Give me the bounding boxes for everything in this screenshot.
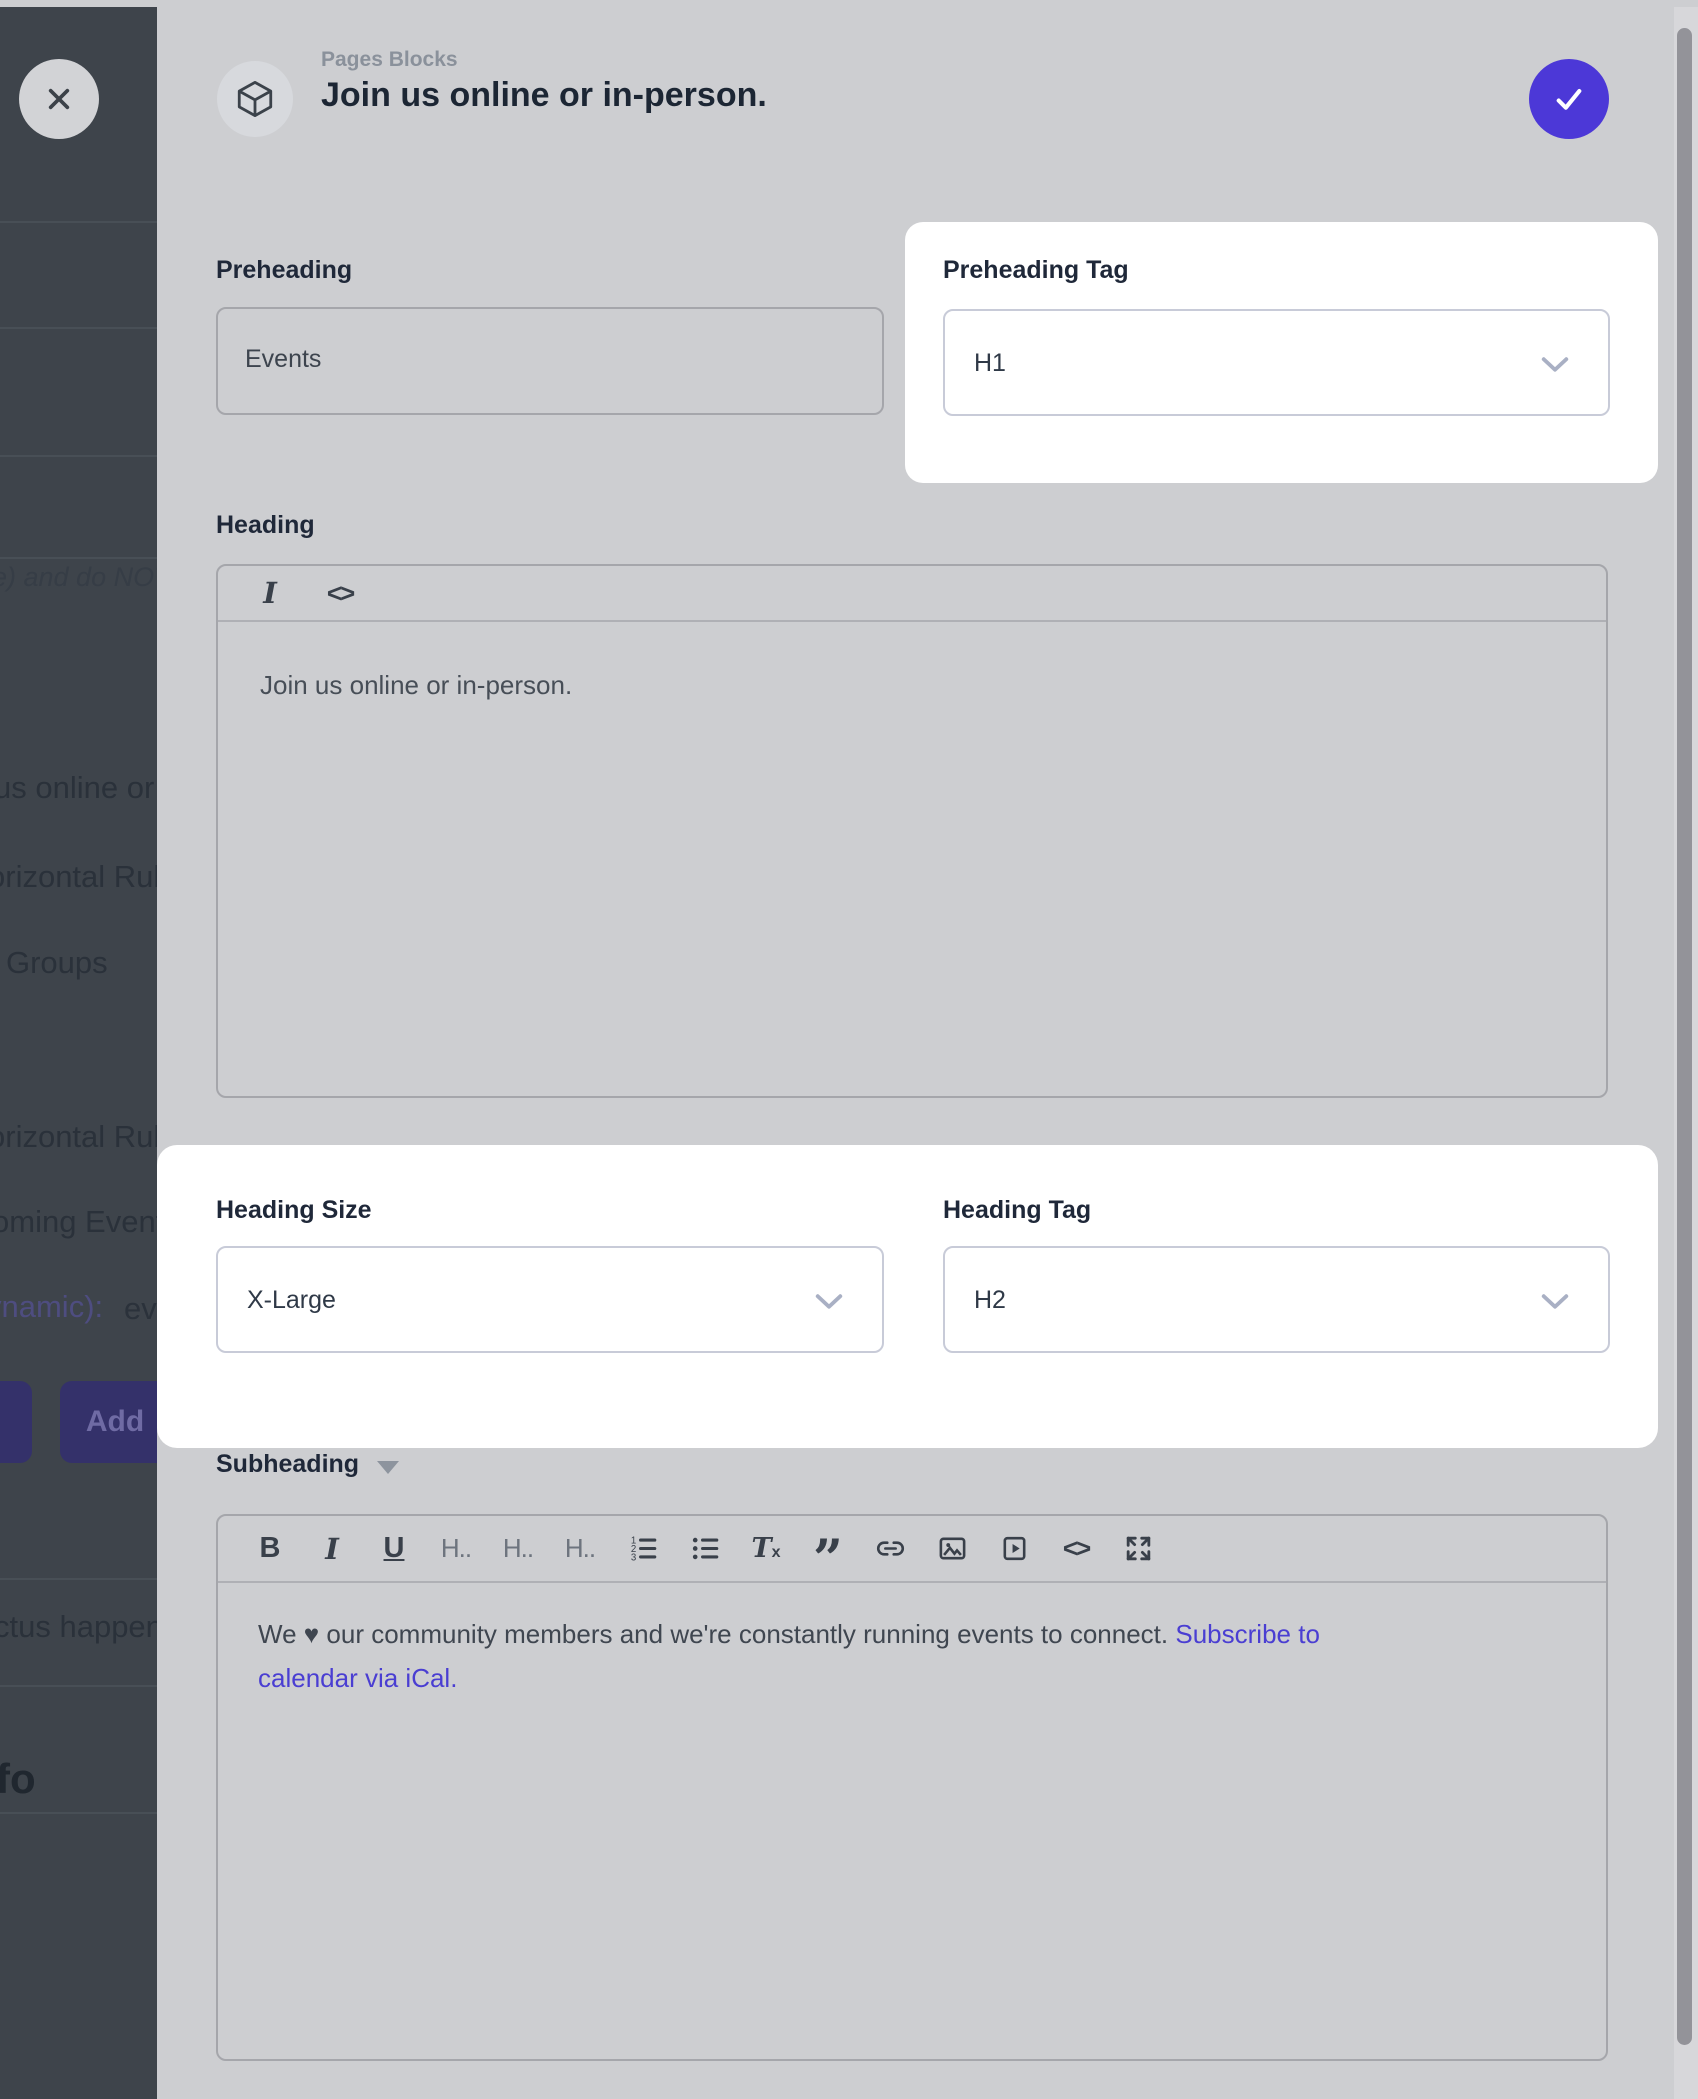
- code-button[interactable]: <>: [1060, 1533, 1092, 1564]
- preheading-label: Preheading: [216, 256, 352, 285]
- block-icon-badge: [217, 61, 293, 137]
- page-title: Join us online or in-person.: [321, 76, 767, 115]
- sidebar-divider: [0, 1578, 157, 1580]
- subscribe-link[interactable]: calendar via iCal.: [258, 1663, 457, 1693]
- sidebar-item-horizontal-rule: orizontal Rule: [0, 1119, 157, 1155]
- heading-tag-label: Heading Tag: [943, 1196, 1091, 1225]
- scrollbar-thumb[interactable]: [1677, 28, 1692, 2045]
- preheading-tag-value: H1: [974, 349, 1006, 378]
- image-button[interactable]: [936, 1533, 968, 1564]
- sidebar-divider: [0, 557, 157, 559]
- heading-size-value: X-Large: [247, 1286, 336, 1315]
- cube-icon: [234, 78, 276, 120]
- ordered-list-icon: 1 2 3: [627, 1533, 658, 1564]
- preheading-value: Events: [245, 345, 321, 374]
- expand-button[interactable]: [1122, 1533, 1154, 1564]
- preheading-tag-label: Preheading Tag: [943, 256, 1129, 285]
- sidebar-item-upcoming-events: oming Events: [0, 1204, 157, 1240]
- collapse-triangle-icon[interactable]: [377, 1461, 399, 1474]
- heading-size-card: Heading Size X-Large Heading Tag H2: [157, 1145, 1658, 1448]
- sidebar-note-fragment: e) and do NOT: [0, 562, 157, 593]
- bullet-list-icon: [689, 1533, 720, 1564]
- video-icon: [999, 1533, 1030, 1564]
- sidebar-divider: [0, 1812, 157, 1814]
- clear-format-button[interactable]: Tx: [750, 1533, 782, 1564]
- preheading-tag-select[interactable]: H1: [943, 309, 1610, 416]
- sidebar-item-happen-fragment: ctus happen: [0, 1609, 157, 1645]
- heading-content[interactable]: Join us online or in-person.: [260, 670, 572, 701]
- ordered-list-button[interactable]: 1 2 3: [626, 1533, 658, 1564]
- subheading-label: Subheading: [216, 1450, 359, 1479]
- sidebar-divider: [0, 327, 157, 329]
- quote-button[interactable]: ”: [812, 1534, 844, 1564]
- subheading-toolbar: B I U H.. H.. H.. 1 2 3 Tx ”: [218, 1516, 1606, 1583]
- sidebar-divider: [0, 1685, 157, 1687]
- underline-button[interactable]: U: [378, 1532, 410, 1565]
- sidebar-dynamic-value: ev: [124, 1291, 157, 1327]
- breadcrumb-eyebrow: Pages Blocks: [321, 48, 458, 72]
- bold-button[interactable]: B: [254, 1532, 286, 1565]
- preheading-tag-card: Preheading Tag H1: [905, 222, 1658, 483]
- italic-button[interactable]: I: [254, 576, 286, 610]
- heading-tag-select[interactable]: H2: [943, 1246, 1610, 1353]
- h2-button[interactable]: H..: [502, 1533, 534, 1564]
- backdrop-sidebar: e) and do NOT us online or i orizontal R…: [0, 7, 157, 2099]
- sidebar-section-heading-fragment: fo: [0, 1755, 36, 1803]
- h3-button[interactable]: H..: [564, 1533, 596, 1564]
- sidebar-item-groups: Groups: [6, 945, 108, 981]
- add-button: Add: [60, 1381, 157, 1463]
- video-button[interactable]: [998, 1533, 1030, 1564]
- close-button[interactable]: [19, 59, 99, 139]
- chevron-down-icon: [814, 1292, 844, 1311]
- sidebar-divider: [0, 221, 157, 223]
- sidebar-dynamic-label: ynamic):: [0, 1289, 103, 1325]
- sidebar-item-online-fragment: us online or i: [0, 770, 157, 806]
- screen: e) and do NOT us online or i orizontal R…: [0, 0, 1698, 2099]
- sidebar-item-horizontal-rule: orizontal Rule: [0, 859, 157, 895]
- chevron-down-icon: [1540, 1292, 1570, 1311]
- sidebar-divider: [0, 455, 157, 457]
- subheading-text: We ♥ our community members and we're con…: [258, 1619, 1168, 1649]
- code-button[interactable]: <>: [324, 578, 356, 609]
- link-button[interactable]: [874, 1533, 906, 1564]
- expand-icon: [1123, 1533, 1154, 1564]
- h1-button[interactable]: H..: [440, 1533, 472, 1564]
- heading-label: Heading: [216, 511, 315, 540]
- sidebar-button-fragment: [0, 1381, 32, 1463]
- heading-toolbar: I <>: [218, 566, 1606, 622]
- check-icon: [1550, 80, 1588, 118]
- heading-editor[interactable]: I <> Join us online or in-person.: [216, 564, 1608, 1098]
- bullet-list-button[interactable]: [688, 1533, 720, 1564]
- chevron-down-icon: [1540, 355, 1570, 374]
- heading-size-select[interactable]: X-Large: [216, 1246, 884, 1353]
- italic-button[interactable]: I: [316, 1532, 348, 1566]
- link-icon: [875, 1533, 906, 1564]
- subheading-label-row: Subheading: [216, 1450, 399, 1479]
- svg-text:3: 3: [630, 1552, 635, 1563]
- confirm-button[interactable]: [1529, 59, 1609, 139]
- heading-size-label: Heading Size: [216, 1196, 372, 1225]
- subscribe-link[interactable]: Subscribe to: [1175, 1619, 1320, 1649]
- close-icon: [39, 79, 79, 119]
- subheading-content[interactable]: We ♥ our community members and we're con…: [258, 1612, 1320, 1700]
- subheading-editor[interactable]: B I U H.. H.. H.. 1 2 3 Tx ”: [216, 1514, 1608, 2061]
- image-icon: [937, 1533, 968, 1564]
- heading-tag-value: H2: [974, 1286, 1006, 1315]
